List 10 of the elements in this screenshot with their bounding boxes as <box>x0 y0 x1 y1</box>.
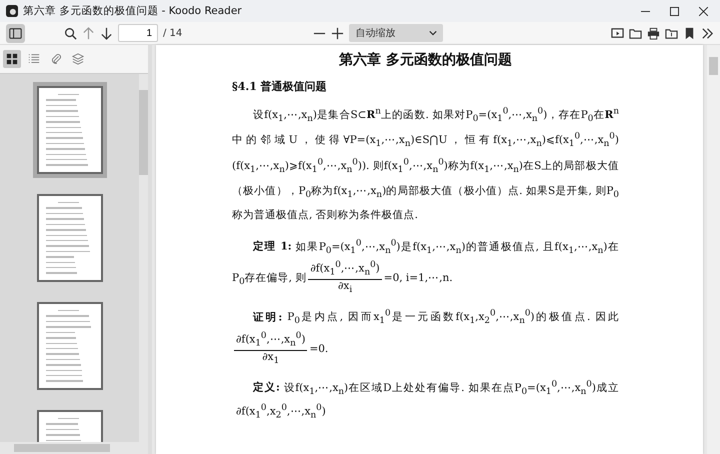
page-count: / 14 <box>163 28 182 38</box>
chapter-title: 第六章 多元函数的极值问题 <box>338 51 513 69</box>
statement-paragraph: 证明: P$_{0}$是内点, 因而x$_{1}$$^{0}$是一元函数f(x$_{1}$,x$_{2}$$^{0}$,⋯,x$_{n}$$^{0}$)的极值点. 因此 ∂f(x$_{1}$$^{0}$,⋯,x$_{n}$$^{0}$) ∂x$_{1}$ =0. <box>233 308 619 368</box>
section-heading: §4.1 普通极值问题 <box>232 79 328 94</box>
window-title: 第六章 多元函数的极值问题 - Koodo Reader <box>23 4 242 18</box>
page-number-field[interactable]: 1 <box>118 24 158 42</box>
statement-paragraph: 定义: 设f(x$_{1}$,⋯,x$_{n}$)在区域D上处处有偏导. 如果在点P$_{0}$=(x$_{1}$$^{0}$,⋯,x$_{n}$$^{0}$)成立 ∂f(x$_{1}$$^{0}$,x$_{2}$$^{0}$,⋯,x$_{n}$$^{0}$) <box>235 378 619 423</box>
paragraph: 设f(x$_{1}$,⋯,x$_{n}$)是集合S⊂R$^{n}$上的函数. 如果对P$_{0}$=(x$_{1}$$^{0}$,⋯,x$_{n}$$^{0}$)，存在P$_{0}$在R$^{n}$中的邻域U，使得∀P=(x$_{1}$,⋯,x$_{n}$)∈S⋂U，恒有f(x$_{1}$,⋯,x$_{n}$)⩽f(x$_{1}$$^{0}$,⋯,x$_{n}$$^{0}$)(f(x$_{1}$,⋯,x$_{n}$)⩾f(x$_{1}$$^{0}$,⋯,x$_{n}$$^{0}$)). 则f(x$_{1}$$^{0}$,⋯,x$_{n}$$^{0}$)称为f(x$_{1}$,⋯,x$_{n}$)在S上的局部极大值（极小值），P$_{0}$称为f(x$_{1}$,⋯,x$_{n}$)的局部极大值（极小值）点. 如果S是开集, 则P$_{0}$称为普通极值点, 否则称为条件极值点. <box>232 105 619 224</box>
statement-paragraph: 定理 1: 如果P$_{0}$=(x$_{1}$$^{0}$,⋯,x$_{n}$$^{0}$)是f(x$_{1}$,⋯,x$_{n}$)的普通极值点, 且f(x$_{1}$,⋯,x$_{n}$)在P$_{0}$存在偏导, 则 ∂f(x$_{1}$$^{0}$,⋯,x$_{n}$$^{0}$) ∂x$_{i}$ =0, i=1,⋯,n. <box>232 237 619 297</box>
zoom-dropdown[interactable]: 自动缩放 <box>349 24 444 42</box>
